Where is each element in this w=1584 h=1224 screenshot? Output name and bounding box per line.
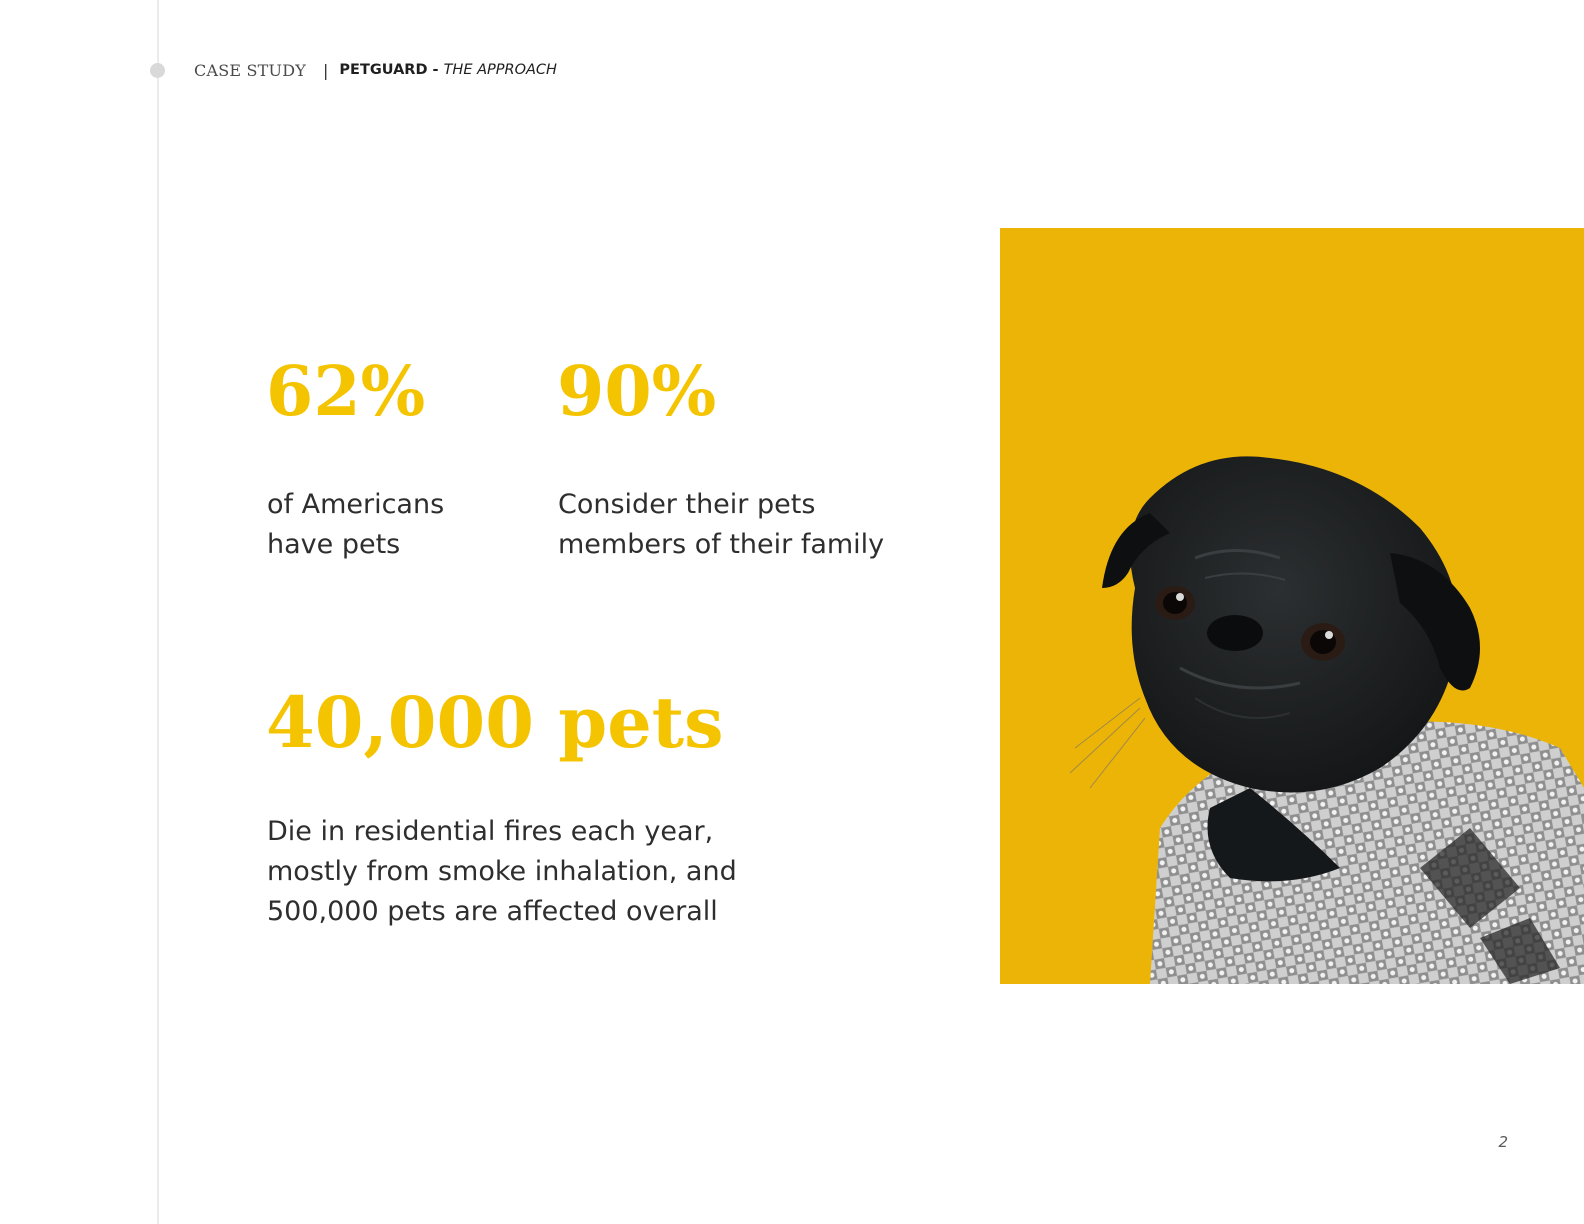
stat-value-americans-with-pets: 62% (266, 352, 426, 432)
stat-description-line: Die in residential fires each year, (267, 816, 714, 847)
header-separator: | (323, 60, 329, 80)
page-header: CASE STUDY | PETGUARD - THE APPROACH (194, 58, 557, 82)
stat-description-line: mostly from smoke inhalation, and (267, 856, 737, 887)
stat-description-pets-as-family: Consider their pets members of their fam… (558, 485, 884, 565)
header-brand: PETGUARD - (339, 62, 439, 78)
stat-description-line: members of their family (558, 529, 885, 560)
stat-description-line: have pets (267, 529, 401, 560)
stat-description-americans-with-pets: of Americans have pets (267, 485, 444, 565)
stat-description-pets-in-fires: Die in residential fires each year, most… (267, 812, 737, 932)
timeline-dot (150, 63, 165, 78)
stat-description-line: 500,000 pets are affected overall (267, 896, 718, 927)
timeline-rule (157, 0, 159, 1224)
page-number: 2 (1498, 1133, 1508, 1151)
header-kicker: CASE STUDY (194, 60, 307, 80)
header-section: THE APPROACH (443, 62, 557, 78)
stat-description-line: Consider their pets (558, 489, 816, 520)
stat-description-line: of Americans (267, 489, 445, 520)
stat-value-pets-in-fires: 40,000 pets (266, 681, 724, 764)
pug-in-sweater-icon (1069, 456, 1584, 984)
pug-photo (1000, 228, 1584, 984)
stat-value-pets-as-family: 90% (557, 352, 717, 432)
